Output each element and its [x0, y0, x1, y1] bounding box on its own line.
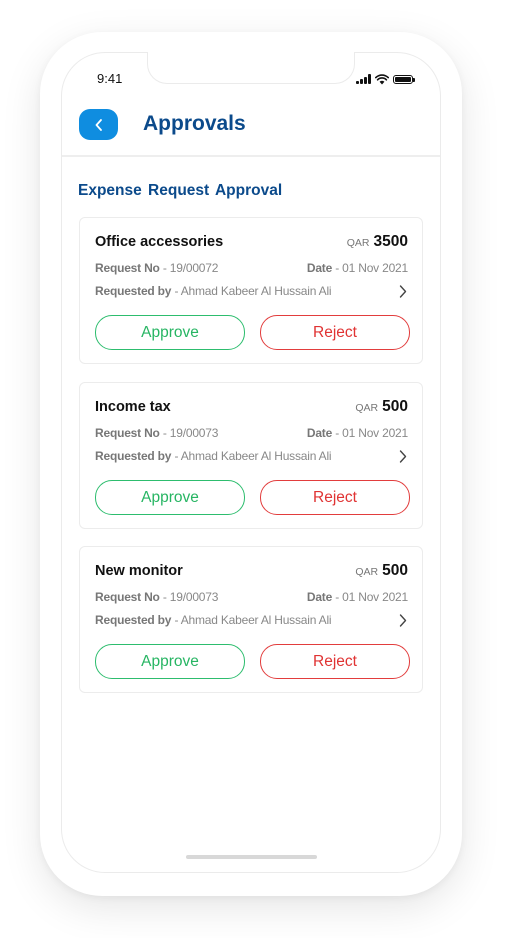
request-card[interactable]: Office accessories QAR 3500 Request No -… — [79, 217, 423, 364]
home-indicator[interactable] — [186, 855, 317, 859]
request-meta-row: Request No - 19/00073 Date - 01 Nov 2021 — [95, 590, 408, 604]
back-button[interactable] — [79, 109, 118, 140]
status-time: 9:41 — [97, 71, 123, 86]
reject-button[interactable]: Reject — [260, 315, 410, 350]
amount-value: 500 — [382, 398, 408, 415]
requested-by-row[interactable]: Requested by - Ahmad Kabeer Al Hussain A… — [95, 613, 408, 627]
chevron-right-icon[interactable] — [399, 613, 407, 627]
request-card[interactable]: New monitor QAR 500 Request No - 19/0007… — [79, 546, 423, 693]
header-divider — [62, 155, 440, 157]
currency-label: QAR — [355, 566, 379, 578]
request-amount: QAR 500 — [355, 562, 408, 580]
battery-icon — [393, 74, 415, 84]
approve-button[interactable]: Approve — [95, 315, 245, 350]
approve-button[interactable]: Approve — [95, 480, 245, 515]
amount-value: 500 — [382, 562, 408, 579]
approve-button[interactable]: Approve — [95, 644, 245, 679]
request-amount: QAR 500 — [355, 398, 408, 416]
chevron-right-icon[interactable] — [399, 284, 407, 298]
request-date: Date - 01 Nov 2021 — [306, 261, 408, 275]
chevron-right-icon[interactable] — [399, 449, 407, 463]
request-date: Date - 01 Nov 2021 — [306, 426, 408, 440]
request-title: Office accessories — [95, 234, 224, 250]
request-amount: QAR 3500 — [347, 233, 408, 251]
request-title: Income tax — [95, 399, 171, 415]
chevron-left-icon — [95, 118, 102, 131]
request-card[interactable]: Income tax QAR 500 Request No - 19/00073… — [79, 382, 423, 529]
requested-by: Requested by - Ahmad Kabeer Al Hussain A… — [95, 613, 332, 627]
currency-label: QAR — [355, 402, 379, 414]
signal-icon — [356, 74, 371, 84]
reject-button[interactable]: Reject — [260, 644, 410, 679]
reject-button[interactable]: Reject — [260, 480, 410, 515]
requested-by: Requested by - Ahmad Kabeer Al Hussain A… — [95, 284, 332, 298]
phone-notch — [147, 52, 355, 84]
request-date: Date - 01 Nov 2021 — [306, 590, 408, 604]
status-icons — [356, 72, 426, 86]
request-no: Request No - 19/00072 — [95, 261, 219, 275]
section-title: Expense Request Approval — [78, 182, 283, 199]
requested-by-row[interactable]: Requested by - Ahmad Kabeer Al Hussain A… — [95, 449, 408, 463]
wifi-icon — [375, 73, 389, 84]
request-meta-row: Request No - 19/00073 Date - 01 Nov 2021 — [95, 426, 408, 440]
page-title: Approvals — [143, 112, 246, 135]
requested-by: Requested by - Ahmad Kabeer Al Hussain A… — [95, 449, 332, 463]
requested-by-row[interactable]: Requested by - Ahmad Kabeer Al Hussain A… — [95, 284, 408, 298]
request-no: Request No - 19/00073 — [95, 426, 219, 440]
amount-value: 3500 — [373, 233, 408, 250]
currency-label: QAR — [346, 237, 370, 249]
request-title: New monitor — [95, 563, 183, 579]
request-meta-row: Request No - 19/00072 Date - 01 Nov 2021 — [95, 261, 408, 275]
request-no: Request No - 19/00073 — [95, 590, 219, 604]
